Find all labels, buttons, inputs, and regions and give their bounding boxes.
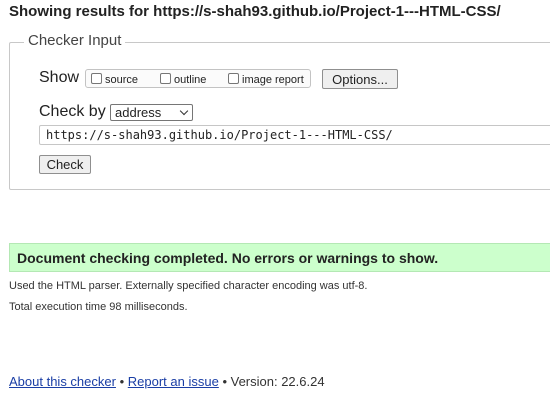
image-report-label: image report	[242, 73, 304, 86]
options-button[interactable]: Options...	[322, 69, 398, 89]
check-by-label: Check by	[39, 103, 106, 120]
source-checkbox[interactable]	[91, 72, 102, 84]
check-button[interactable]: Check	[39, 155, 91, 174]
version-text: • Version: 22.6.24	[222, 374, 325, 389]
parser-info: Used the HTML parser. Externally specifi…	[9, 280, 368, 292]
show-label: Show	[39, 69, 80, 86]
check-by-select[interactable]: address	[110, 104, 193, 121]
chevron-down-icon	[179, 106, 189, 116]
outline-label: outline	[174, 73, 207, 86]
check-by-value: address	[115, 105, 162, 120]
option-outline[interactable]: outline	[160, 70, 206, 89]
outline-checkbox[interactable]	[160, 72, 171, 84]
footer-separator: •	[119, 374, 125, 389]
checker-input-legend: Checker Input	[24, 32, 126, 49]
page-title: Showing results for https://s-shah93.git…	[9, 3, 501, 20]
success-message: Document checking completed. No errors o…	[9, 243, 550, 272]
execution-time: Total execution time 98 milliseconds.	[9, 301, 188, 313]
show-options-group: source outline image report	[85, 69, 311, 88]
footer: About this checker • Report an issue • V…	[9, 374, 325, 389]
url-input[interactable]: https://s-shah93.github.io/Project-1---H…	[39, 125, 550, 145]
image-report-checkbox[interactable]	[228, 72, 239, 84]
source-label: source	[105, 73, 139, 86]
about-checker-link[interactable]: About this checker	[9, 374, 116, 389]
option-source[interactable]: source	[91, 70, 138, 89]
report-issue-link[interactable]: Report an issue	[128, 374, 219, 389]
option-image-report[interactable]: image report	[228, 70, 304, 89]
